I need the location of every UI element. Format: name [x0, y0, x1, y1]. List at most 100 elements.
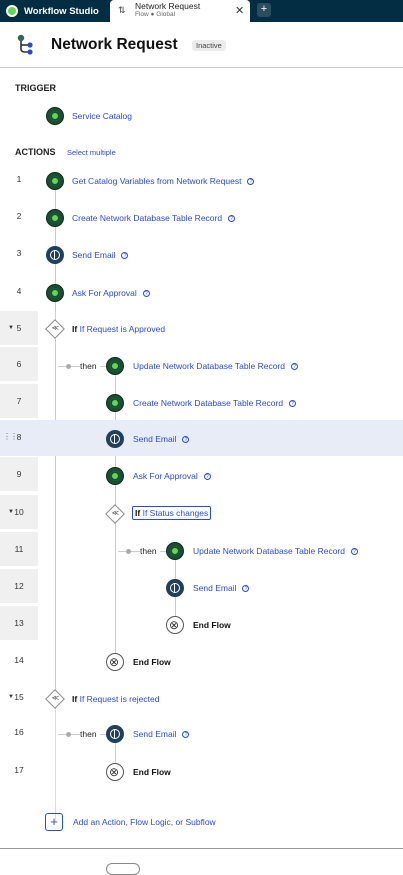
step-label[interactable]: Create Network Database Table Record?: [133, 398, 297, 408]
globe-icon: [166, 579, 184, 597]
step-row-selected[interactable]: ⋮⋮ 8 Send Email?: [0, 420, 403, 456]
globe-icon: [106, 430, 124, 448]
step-row-if[interactable]: ▼10 If If Status changes: [0, 495, 403, 531]
close-tab-icon[interactable]: ✕: [235, 4, 244, 17]
step-row[interactable]: 3 Send Email?: [0, 236, 403, 272]
step-row[interactable]: 7 Create Network Database Table Record?: [0, 384, 403, 420]
if-keyword: If: [135, 508, 141, 518]
step-row[interactable]: 11 then Update Network Database Table Re…: [0, 532, 403, 568]
action-icon: [46, 284, 64, 302]
step-row[interactable]: 1 Get Catalog Variables from Network Req…: [0, 162, 403, 198]
step-number: ▼ 10: [0, 495, 38, 529]
step-row[interactable]: 4 Ask For Approval?: [0, 274, 403, 310]
step-label[interactable]: Send Email?: [72, 250, 129, 260]
trigger-heading: TRIGGER: [15, 83, 57, 93]
end-flow-icon: [106, 763, 124, 781]
tab-subtitle: Flow ● Global: [135, 11, 176, 18]
select-multiple-link[interactable]: Select multiple: [67, 148, 116, 157]
step-number: 11: [0, 532, 38, 566]
step-label[interactable]: Send Email?: [133, 434, 190, 444]
if-keyword: If: [72, 324, 78, 334]
step-label[interactable]: End Flow: [193, 620, 231, 630]
help-icon[interactable]: ?: [290, 363, 298, 371]
step-row-if[interactable]: ▼15 If If Request is rejected: [0, 680, 403, 716]
step-label-text: Ask For Approval: [72, 288, 137, 298]
add-step-label[interactable]: Add an Action, Flow Logic, or Subflow: [73, 817, 216, 827]
divider: [0, 848, 403, 849]
collapse-caret-icon[interactable]: ▼: [8, 495, 14, 529]
step-label[interactable]: Send Email?: [193, 583, 250, 593]
connector-dot: [66, 364, 71, 369]
help-icon[interactable]: ?: [289, 400, 297, 408]
flow-logic-icon: [45, 689, 65, 709]
help-icon[interactable]: ?: [242, 585, 250, 593]
help-icon[interactable]: ?: [203, 473, 211, 481]
step-label-text: If Request is rejected: [79, 694, 160, 704]
action-icon: [106, 357, 124, 375]
step-number: 1: [16, 174, 22, 184]
step-label[interactable]: Ask For Approval?: [133, 471, 211, 481]
step-label-text: Ask For Approval: [133, 471, 198, 481]
step-number: 16: [14, 727, 24, 737]
flow-icon: ⇅: [118, 5, 126, 15]
action-icon: [166, 542, 184, 560]
step-number: 14: [14, 655, 24, 665]
step-label[interactable]: If If Request is rejected: [72, 694, 159, 704]
step-row[interactable]: 14 End Flow: [0, 643, 403, 679]
action-icon: [106, 467, 124, 485]
step-label-text: Send Email: [133, 729, 177, 739]
tab-title: Network Request: [135, 1, 201, 11]
help-icon[interactable]: ?: [247, 178, 255, 186]
step-label-text: Send Email: [193, 583, 237, 593]
action-icon: [46, 172, 64, 190]
step-label[interactable]: Create Network Database Table Record?: [72, 213, 236, 223]
step-label[interactable]: End Flow: [133, 657, 171, 667]
step-number: 7: [0, 384, 38, 418]
step-row[interactable]: 6 then Update Network Database Table Rec…: [0, 347, 403, 383]
top-bar: Workflow Studio ⇅ Network Request Flow ●…: [0, 0, 403, 22]
step-row[interactable]: 2 Create Network Database Table Record?: [0, 199, 403, 235]
collapse-caret-icon[interactable]: ▼: [8, 680, 14, 714]
step-number: 4: [16, 286, 22, 296]
step-label[interactable]: Update Network Database Table Record?: [133, 361, 298, 371]
help-icon[interactable]: ?: [142, 290, 150, 298]
step-label[interactable]: Ask For Approval?: [72, 288, 150, 298]
help-icon[interactable]: ?: [121, 252, 129, 260]
help-icon[interactable]: ?: [182, 731, 190, 739]
tab-network-request[interactable]: ⇅ Network Request Flow ● Global ✕: [110, 0, 250, 22]
step-number: 2: [16, 211, 22, 221]
collapse-caret-icon[interactable]: ▼: [8, 311, 14, 345]
help-icon[interactable]: ?: [228, 215, 236, 223]
step-label[interactable]: End Flow: [133, 767, 171, 777]
new-tab-button[interactable]: +: [257, 3, 271, 17]
step-row[interactable]: 17 End Flow: [0, 753, 403, 789]
step-row-if[interactable]: ▼5 If If Request is Approved: [0, 311, 403, 347]
step-row[interactable]: 13 End Flow: [0, 606, 403, 642]
step-number: 9: [0, 457, 38, 491]
step-number-text: 10: [14, 507, 24, 517]
then-label: then: [140, 546, 157, 556]
step-label[interactable]: If If Status changes: [132, 506, 212, 520]
step-row[interactable]: 16 then Send Email?: [0, 715, 403, 751]
trigger-label[interactable]: Service Catalog: [72, 111, 132, 121]
step-label-text: Send Email: [72, 250, 116, 260]
step-number: 13: [0, 606, 38, 640]
step-number: 6: [0, 347, 38, 381]
action-icon: [106, 394, 124, 412]
step-number: 8: [16, 432, 22, 442]
step-row[interactable]: 9 Ask For Approval?: [0, 457, 403, 493]
help-icon[interactable]: ?: [350, 548, 358, 556]
app-switcher[interactable]: Workflow Studio: [0, 0, 108, 22]
then-label: then: [80, 361, 97, 371]
step-number-text: 15: [14, 692, 24, 702]
toggle-switch[interactable]: [106, 863, 140, 875]
step-label[interactable]: Update Network Database Table Record?: [193, 546, 358, 556]
add-step-button[interactable]: +: [45, 813, 63, 831]
step-row[interactable]: 12 Send Email?: [0, 569, 403, 605]
help-icon[interactable]: ?: [182, 436, 190, 444]
action-icon: [46, 209, 64, 227]
step-label[interactable]: Get Catalog Variables from Network Reque…: [72, 176, 255, 186]
step-number: 12: [0, 569, 38, 603]
step-label[interactable]: If If Request is Approved: [72, 324, 165, 334]
step-label[interactable]: Send Email?: [133, 729, 190, 739]
